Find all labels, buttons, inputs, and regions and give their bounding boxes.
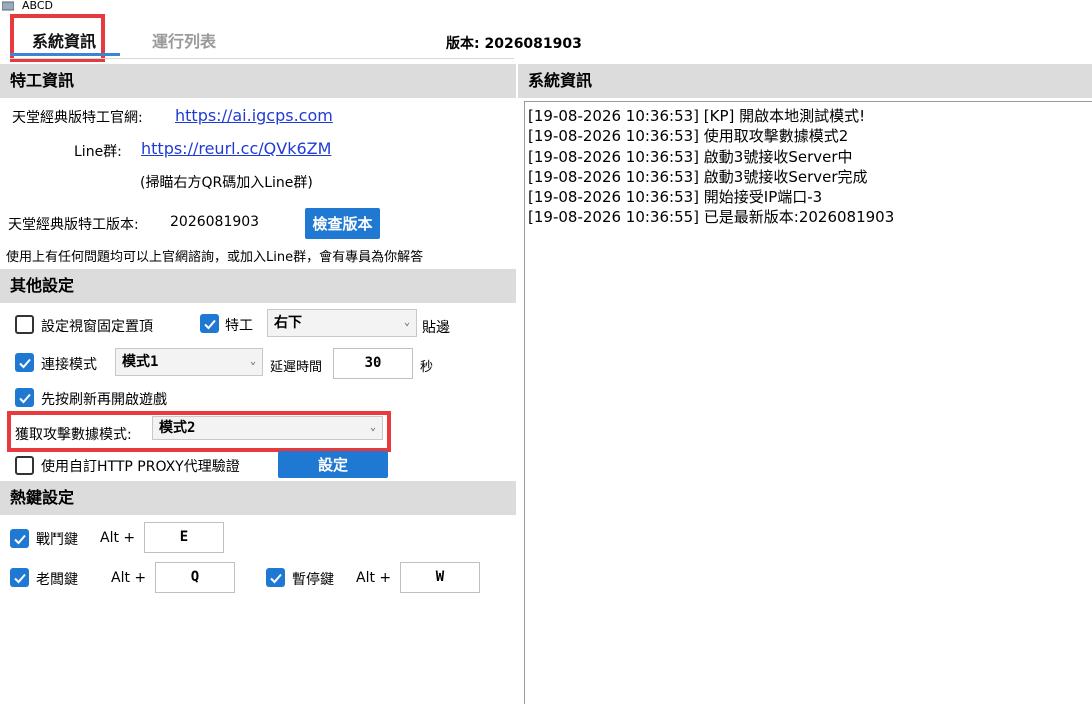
pause-key-modifier: Alt + [356, 570, 392, 586]
log-line: [19-08-2026 10:36:53] 啟動3號接收Server完成 [528, 167, 868, 186]
site-label: 天堂經典版特工官網: [12, 110, 143, 126]
hotkeys-header: 熱鍵設定 [0, 481, 516, 515]
boss-key-label: 老闆鍵 [36, 572, 78, 588]
delay-unit: 秒 [420, 360, 434, 375]
battle-key-checkbox[interactable] [10, 529, 29, 548]
attack-data-select[interactable]: 模式2 ⌄ [152, 416, 383, 440]
agent-label: 特工 [225, 318, 253, 334]
check-version-button[interactable]: 檢查版本 [305, 208, 380, 239]
checkmark-icon [18, 393, 31, 403]
refresh-first-label: 先按刷新再開啟遊戲 [41, 392, 167, 408]
checkmark-icon [269, 573, 282, 583]
agent-suffix: 貼邊 [422, 320, 450, 336]
tab-divider [10, 58, 514, 59]
attack-data-value: 模式2 [159, 420, 196, 436]
proxy-label: 使用自訂HTTP PROXY代理驗證 [41, 459, 240, 475]
help-text: 使用上有任何問題均可以上官網諮詢，或加入Line群，會有專員為你解答 [6, 250, 424, 265]
version-label: 天堂經典版特工版本: [8, 217, 139, 233]
chevron-down-icon: ⌄ [403, 317, 410, 328]
connect-mode-select[interactable]: 模式1 ⌄ [115, 348, 263, 376]
refresh-first-checkbox[interactable] [15, 388, 34, 407]
log-line: [19-08-2026 10:36:55] 已是最新版本:2026081903 [528, 208, 895, 227]
connect-mode-label: 連接模式 [41, 357, 97, 373]
log-line: [19-08-2026 10:36:53] 使用取攻擊數據模式2 [528, 127, 849, 146]
tab-run-list[interactable]: 運行列表 [152, 28, 216, 52]
pause-key-input[interactable]: W [400, 562, 480, 593]
checkmark-icon [203, 319, 216, 329]
delay-label: 延遲時間 [270, 360, 323, 375]
version-header: 版本: 2026081903 [446, 36, 582, 52]
other-settings-header: 其他設定 [0, 269, 516, 303]
agent-position-select[interactable]: 右下 ⌄ [267, 309, 417, 337]
line-label: Line群: [74, 144, 122, 160]
delay-input[interactable]: 30 [333, 348, 413, 379]
site-link[interactable]: https://ai.igcps.com [175, 106, 333, 125]
attack-data-label: 獲取攻擊數據模式: [15, 427, 132, 443]
log-line: [19-08-2026 10:36:53] [KP] 開啟本地測試模式! [528, 107, 866, 125]
active-tab-indicator [10, 53, 120, 56]
connect-mode-checkbox[interactable] [15, 353, 34, 372]
agent-checkbox[interactable] [200, 314, 219, 333]
qr-hint: (掃瞄右方QR碼加入Line群) [140, 175, 313, 191]
system-info-header: 系統資訊 [518, 64, 1092, 98]
connect-mode-value: 模式1 [122, 354, 159, 370]
proxy-checkbox[interactable] [15, 456, 34, 475]
battle-key-label: 戰鬥鍵 [36, 532, 78, 548]
chevron-down-icon: ⌄ [249, 356, 256, 367]
boss-key-modifier: Alt + [111, 570, 147, 586]
boss-key-checkbox[interactable] [10, 568, 29, 587]
checkmark-icon [13, 573, 26, 583]
boss-key-input[interactable]: Q [155, 562, 235, 593]
log-line: [19-08-2026 10:36:53] 啟動3號接收Server中 [528, 147, 853, 166]
log-line: [19-08-2026 10:36:53] 開始接受IP端口-3 [528, 188, 823, 207]
agent-info-header: 特工資訊 [0, 64, 516, 98]
system-log-panel[interactable]: [19-08-2026 10:36:53] [KP] 開啟本地測試模式! [19… [524, 101, 1092, 704]
pin-window-label: 設定視窗固定置頂 [41, 319, 153, 335]
chevron-down-icon: ⌄ [369, 422, 376, 433]
checkmark-icon [18, 358, 31, 368]
proxy-settings-button[interactable]: 設定 [278, 451, 388, 478]
line-link[interactable]: https://reurl.cc/QVk6ZM [141, 139, 331, 158]
pause-key-checkbox[interactable] [266, 568, 285, 587]
version-value: 2026081903 [170, 214, 260, 230]
battle-key-modifier: Alt + [100, 530, 136, 546]
app-icon [1, 1, 15, 11]
tab-system-info[interactable]: 系統資訊 [32, 28, 96, 52]
checkmark-icon [13, 534, 26, 544]
agent-position-value: 右下 [274, 315, 302, 331]
battle-key-input[interactable]: E [144, 522, 224, 553]
pause-key-label: 暫停鍵 [292, 572, 334, 588]
window-title: ABCD [22, 0, 54, 12]
pin-window-checkbox[interactable] [15, 315, 34, 334]
